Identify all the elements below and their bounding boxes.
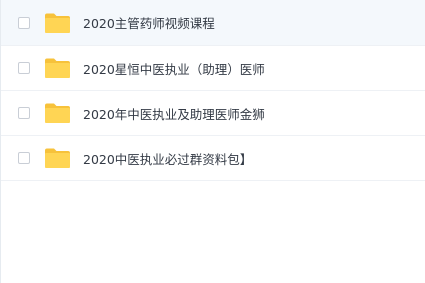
row-checkbox[interactable] [18,107,30,119]
folder-icon [45,58,70,78]
file-name[interactable]: 2020中医执业必过群资料包】 [83,149,252,168]
file-row[interactable]: 2020星恒中医执业（助理）医师 [1,46,425,91]
file-list: 2020主管药师视频课程 2020星恒中医执业（助理）医师 2020年中医执业及… [1,0,425,181]
folder-icon [45,13,70,33]
folder-icon [45,103,70,123]
file-name[interactable]: 2020主管药师视频课程 [83,13,215,32]
folder-icon [45,148,70,168]
file-name[interactable]: 2020年中医执业及助理医师金狮 [83,104,265,123]
row-checkbox[interactable] [18,62,30,74]
row-checkbox[interactable] [18,152,30,164]
file-row[interactable]: 2020主管药师视频课程 [1,0,425,46]
file-row[interactable]: 2020年中医执业及助理医师金狮 [1,91,425,136]
row-checkbox[interactable] [18,16,30,29]
file-row[interactable]: 2020中医执业必过群资料包】 [1,136,425,181]
file-name[interactable]: 2020星恒中医执业（助理）医师 [83,59,265,78]
